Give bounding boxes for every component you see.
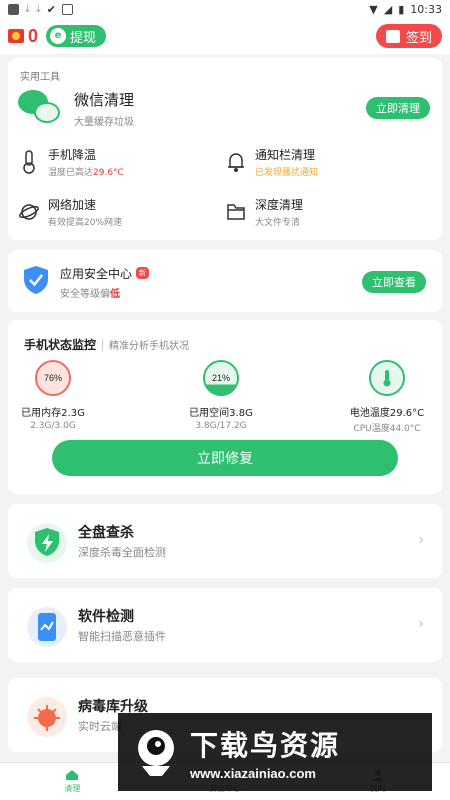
folder-icon (225, 200, 247, 224)
tool-title: 手机降温 (48, 148, 97, 162)
notification-icons: ⤓ ⤓ ✔ (8, 2, 73, 16)
chevron-right-icon: › (418, 532, 424, 548)
stat-sub: 2.3G/3.0G (30, 421, 76, 431)
chevron-right-icon: › (418, 616, 424, 632)
download-icon-2: ⤓ (35, 2, 41, 15)
stat-sub: CPU温度44.0°C (353, 424, 421, 434)
storage-usage-badge: 21% (203, 360, 239, 396)
temperature-stat: 电池温度29.6°C CPU温度44.0°C (322, 360, 450, 434)
wechat-title: 微信清理 (74, 90, 135, 109)
tool-subtitle: 有效提高20%网速 (48, 218, 123, 228)
feature-subtitle: 深度杀毒全面检测 (78, 546, 166, 559)
bird-logo-icon (138, 730, 174, 776)
feature-subtitle: 智能扫描恶意插件 (78, 630, 166, 643)
security-card[interactable]: 应用安全中心新 安全等级偏低 立即查看 (8, 250, 442, 312)
shield-bolt-icon (26, 522, 68, 564)
feature-title: 软件检测 (78, 609, 134, 625)
withdraw-button[interactable]: e 提现 (46, 25, 107, 47)
virus-icon (26, 696, 68, 738)
stat-main: 电池温度29.6°C (349, 408, 425, 419)
fix-now-button[interactable]: 立即修复 (52, 440, 398, 476)
security-level: 低 (110, 288, 120, 300)
battery-thermometer-icon (369, 360, 405, 396)
tool-title: 网络加速 (48, 198, 97, 212)
wechat-clean-button[interactable]: 立即清理 (366, 97, 430, 119)
tool-item-network-boost[interactable]: 网络加速 有效提高20%网速 (18, 196, 225, 228)
tool-item-cooldown[interactable]: 手机降温 温度已高达29.6°C (18, 146, 225, 178)
coin-icon (8, 29, 24, 43)
monitor-subtitle: 精准分析手机状况 (109, 341, 190, 352)
monitor-card: 手机状态监控 精准分析手机状况 76% 已用内存2.3G 2.3G/3.0G 2… (8, 320, 442, 494)
withdraw-icon: e (50, 28, 67, 44)
tool-title: 深度清理 (255, 198, 304, 212)
clock-time: 10:33 (410, 2, 442, 16)
tool-item-deep-clean[interactable]: 深度清理 大文件专清 (225, 196, 432, 228)
wechat-icon (18, 88, 60, 128)
watermark-url: www.xiazainiao.com (190, 765, 316, 781)
tab-clean[interactable]: 清理 (64, 769, 80, 794)
coin-count: 0 (28, 25, 39, 46)
wifi-icon: ▼ (369, 2, 378, 16)
app-notification-icon (8, 3, 19, 15)
tool-title: 通知栏清理 (255, 148, 316, 162)
tool-item-notification-clean[interactable]: 通知栏清理 已发现骚扰通知 (225, 146, 432, 178)
download-icon: ⤓ (25, 2, 30, 15)
temperature-value: 29.6°C (93, 168, 124, 178)
battery-icon: ▮ (398, 2, 405, 16)
watermark-title: 下载鸟资源 (190, 728, 341, 762)
tool-subtitle: 大文件专清 (255, 218, 301, 228)
watermark-banner: 下载鸟资源 www.xiazainiao.com (118, 713, 432, 791)
planet-icon (18, 200, 40, 224)
tool-subtitle: 温度已高达 (48, 168, 94, 178)
view-security-button[interactable]: 立即查看 (362, 271, 426, 293)
memory-usage-badge: 76% (35, 360, 71, 396)
wechat-clean-row[interactable]: 微信清理 大量缓存垃圾 立即清理 (18, 86, 430, 130)
bell-icon (225, 150, 247, 174)
wechat-subtitle: 大量缓存垃圾 (74, 116, 134, 128)
tools-section-title: 实用工具 (20, 72, 60, 83)
stat-main: 已用空间3.8G (189, 408, 253, 419)
stat-sub: 3.8G/17.2G (195, 421, 247, 431)
memory-stat: 76% 已用内存2.3G 2.3G/3.0G (0, 360, 118, 431)
withdraw-label: 提现 (70, 30, 97, 46)
stat-main: 已用内存2.3G (21, 408, 85, 419)
new-badge: 新 (136, 267, 150, 279)
top-bar: 0 e 提现 签到 (0, 18, 450, 54)
feature-subtitle: 实时云端 (78, 720, 122, 733)
home-icon (66, 770, 79, 780)
check-icon: ✔ (46, 2, 56, 16)
calendar-icon (385, 29, 400, 43)
security-title: 应用安全中心 (60, 266, 133, 281)
monitor-title: 手机状态监控 (24, 338, 97, 352)
thermometer-icon (18, 150, 40, 174)
tools-card: 实用工具 微信清理 大量缓存垃圾 立即清理 手机降温 温度已高达29.6°C 通… (8, 58, 442, 240)
feature-software-check[interactable]: 软件检测 智能扫描恶意插件 › (8, 588, 442, 662)
tool-subtitle: 已发现骚扰通知 (255, 168, 319, 178)
shield-check-icon (22, 264, 50, 300)
signal-icon: ◢ (383, 2, 393, 16)
feature-full-scan[interactable]: 全盘查杀 深度杀毒全面检测 › (8, 504, 442, 578)
storage-stat: 21% 已用空间3.8G 3.8G/17.2G (156, 360, 286, 431)
tab-label: 清理 (64, 784, 81, 793)
security-subtitle: 安全等级偏 (60, 288, 110, 300)
a-icon (61, 3, 73, 15)
phone-scan-icon (26, 606, 68, 648)
feature-title: 全盘查杀 (78, 525, 134, 541)
status-bar: ⤓ ⤓ ✔ ▼ ◢ ▮ 10:33 (0, 0, 450, 18)
signin-button[interactable]: 签到 (375, 24, 442, 48)
signin-label: 签到 (405, 30, 432, 46)
